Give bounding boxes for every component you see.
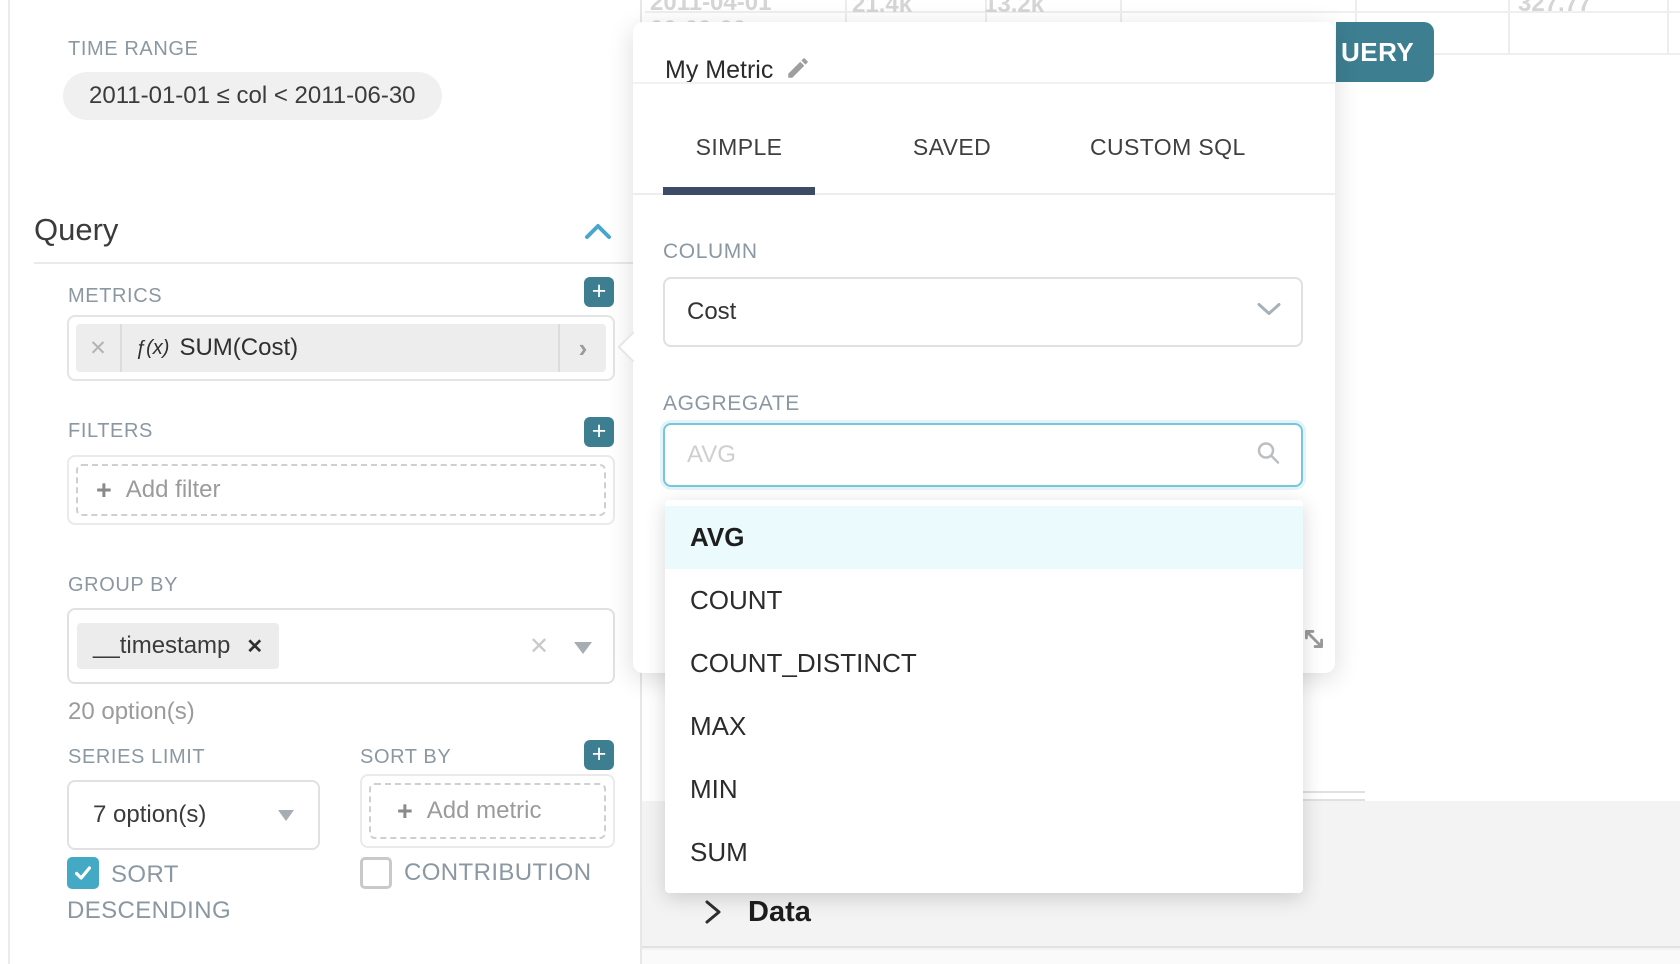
data-panel-footer <box>642 950 1680 964</box>
run-query-button[interactable]: UERY <box>1336 22 1434 82</box>
aggregate-search-input[interactable]: AVG <box>663 423 1303 487</box>
option-max[interactable]: MAX <box>665 695 1303 758</box>
table-cell-value: 327.77 <box>1518 0 1591 18</box>
add-sort-metric-placeholder: Add metric <box>427 797 542 825</box>
table-cell-value: 21.4k <box>852 0 912 19</box>
remove-metric-icon[interactable]: ✕ <box>76 324 122 372</box>
add-sort-metric-button[interactable]: + <box>584 740 614 770</box>
group-by-tag: __timestamp ✕ <box>77 623 279 669</box>
plus-icon: + <box>397 796 413 827</box>
time-range-label: TIME RANGE <box>68 38 198 61</box>
time-range-filter[interactable]: 2011-01-01 ≤ col < 2011-06-30 <box>63 72 442 120</box>
sort-descending-control[interactable]: SORT DESCENDING <box>67 857 277 929</box>
add-sort-metric-dropzone[interactable]: + Add metric <box>369 783 606 839</box>
tab-custom-sql[interactable]: CUSTOM SQL <box>1090 134 1242 161</box>
popover-header-divider <box>633 82 1335 84</box>
option-count-distinct[interactable]: COUNT_DISTINCT <box>665 632 1303 695</box>
option-count[interactable]: COUNT <box>665 569 1303 632</box>
aggregate-dropdown: AVG COUNT COUNT_DISTINCT MAX MIN SUM <box>665 500 1303 893</box>
group-by-label: GROUP BY <box>68 574 178 597</box>
contribution-label: CONTRIBUTION <box>404 857 591 889</box>
clear-all-icon[interactable]: ✕ <box>529 632 549 661</box>
data-panel-header[interactable]: Data <box>642 890 1680 948</box>
group-by-options-hint: 20 option(s) <box>68 698 195 726</box>
option-sum[interactable]: SUM <box>665 821 1303 884</box>
function-icon: ƒ(x) <box>135 337 169 360</box>
add-filter-placeholder: Add filter <box>126 476 221 504</box>
chevron-down-icon <box>1257 303 1281 322</box>
column-select-value: Cost <box>687 279 736 345</box>
dropdown-caret-icon[interactable] <box>574 642 592 654</box>
metrics-container: ✕ ƒ(x) SUM(Cost) › <box>67 315 615 381</box>
series-limit-value: 7 option(s) <box>93 782 206 848</box>
group-by-tag-label: __timestamp <box>93 632 230 660</box>
panel-left-border <box>8 0 10 964</box>
option-avg[interactable]: AVG <box>665 506 1303 569</box>
resize-handle-icon[interactable] <box>1301 626 1327 657</box>
column-label: COLUMN <box>663 240 758 264</box>
chevron-up-icon[interactable] <box>584 222 612 245</box>
metric-chip-body[interactable]: ƒ(x) SUM(Cost) <box>122 324 558 372</box>
active-tab-indicator <box>663 187 815 195</box>
filters-container: + Add filter <box>67 455 615 525</box>
sort-by-container: + Add metric <box>360 774 615 848</box>
chevron-right-icon <box>703 899 723 930</box>
series-limit-label: SERIES LIMIT <box>68 746 205 769</box>
sort-descending-checkbox[interactable] <box>67 857 99 889</box>
column-select[interactable]: Cost <box>663 277 1303 347</box>
filters-label: FILTERS <box>68 420 153 443</box>
metrics-label: METRICS <box>68 285 162 308</box>
contribution-checkbox[interactable] <box>360 857 392 889</box>
remove-tag-icon[interactable]: ✕ <box>246 634 263 659</box>
metric-chip-label: SUM(Cost) <box>179 334 298 362</box>
aggregate-label: AGGREGATE <box>663 392 800 416</box>
option-min[interactable]: MIN <box>665 758 1303 821</box>
tab-saved[interactable]: SAVED <box>876 134 1028 161</box>
query-section-title: Query <box>34 212 118 248</box>
tab-simple[interactable]: SIMPLE <box>663 134 815 161</box>
aggregate-placeholder: AVG <box>687 425 736 485</box>
metric-chip[interactable]: ✕ ƒ(x) SUM(Cost) › <box>76 324 606 372</box>
series-limit-select[interactable]: 7 option(s) <box>67 780 320 850</box>
search-icon <box>1255 440 1281 471</box>
popover-title: My Metric <box>665 56 773 85</box>
contribution-control[interactable]: CONTRIBUTION <box>360 857 591 889</box>
sort-by-label: SORT BY <box>360 746 451 769</box>
metric-expand-icon[interactable]: › <box>558 324 606 372</box>
group-by-select[interactable]: __timestamp ✕ ✕ <box>67 608 615 684</box>
section-divider <box>34 262 638 264</box>
table-cell-value: 13.2k <box>984 0 1044 19</box>
table-gridline <box>1508 0 1510 53</box>
plus-icon: + <box>96 475 112 506</box>
data-panel-title: Data <box>748 896 811 929</box>
add-filter-button[interactable]: + <box>584 417 614 447</box>
add-filter-dropzone[interactable]: + Add filter <box>76 464 606 516</box>
table-gridline <box>1667 0 1669 53</box>
dropdown-caret-icon <box>278 810 294 821</box>
add-metric-button[interactable]: + <box>584 277 614 307</box>
